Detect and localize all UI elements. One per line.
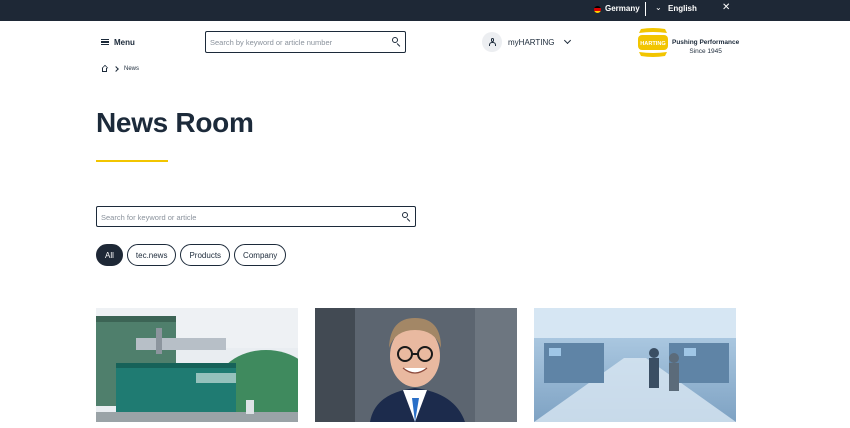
search-icon[interactable] [392, 37, 401, 46]
title-underline [96, 160, 168, 162]
news-card-image[interactable] [96, 308, 298, 422]
filter-chips: All tec.news Products Company [96, 244, 287, 266]
account-label: myHARTING [508, 37, 555, 47]
biogas-plant-photo [96, 308, 298, 422]
search-icon[interactable] [402, 212, 411, 221]
filter-tec-news[interactable]: tec.news [126, 244, 177, 266]
header-search-field[interactable] [205, 31, 406, 53]
news-card-image[interactable] [534, 308, 736, 422]
menu-label: Menu [114, 37, 135, 47]
user-icon [482, 32, 502, 52]
chevron-right-icon [113, 65, 119, 72]
harting-logo[interactable]: HARTING [638, 28, 668, 57]
news-search-field[interactable] [96, 206, 416, 227]
germany-flag-icon [594, 6, 601, 13]
site-header: Menu myHARTING HARTING Pushing Performan… [0, 21, 850, 64]
chevron-down-icon[interactable]: ⌄ [655, 3, 662, 12]
portrait-photo [315, 308, 517, 422]
logo-text: HARTING [640, 41, 665, 47]
page-title: News Room [96, 107, 254, 138]
filter-all[interactable]: All [96, 244, 123, 266]
slogan-line1: Pushing Performance [672, 39, 740, 46]
top-bar: Germany ⌄ English ✕ [0, 0, 850, 21]
news-search-input[interactable] [97, 208, 415, 227]
home-icon[interactable] [101, 64, 108, 72]
language-selector[interactable]: English [668, 4, 697, 13]
filter-products[interactable]: Products [180, 244, 231, 266]
chevron-down-icon [563, 36, 571, 45]
account-menu[interactable]: myHARTING [482, 32, 571, 52]
factory-hall-photo [534, 308, 736, 422]
breadcrumb: News [101, 64, 140, 72]
slogan: Pushing Performance Since 1945 [672, 38, 739, 56]
country-selector[interactable]: Germany [605, 4, 640, 13]
hamburger-icon [101, 38, 109, 46]
news-card-image[interactable] [315, 308, 517, 422]
menu-button[interactable]: Menu [101, 36, 135, 48]
header-search-input[interactable] [206, 32, 405, 53]
close-icon[interactable]: ✕ [722, 2, 730, 13]
slogan-line2: Since 1945 [689, 48, 722, 55]
filter-company[interactable]: Company [234, 244, 287, 266]
breadcrumb-current: News [124, 65, 140, 72]
divider [645, 2, 646, 16]
